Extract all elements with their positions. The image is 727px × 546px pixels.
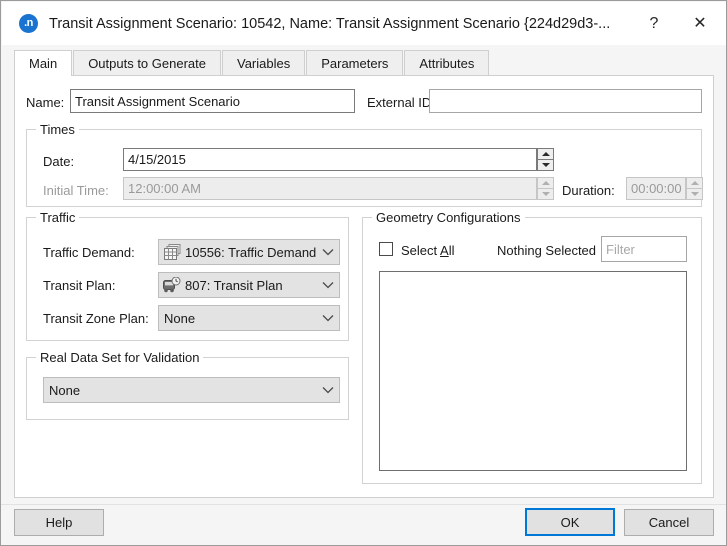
geometry-configurations-group-title: Geometry Configurations bbox=[372, 210, 525, 226]
tab-outputs-to-generate[interactable]: Outputs to Generate bbox=[73, 50, 221, 76]
transit-zone-plan-value: None bbox=[164, 310, 196, 326]
real-data-set-combobox[interactable]: None bbox=[43, 377, 340, 403]
date-spinner-down[interactable] bbox=[537, 159, 554, 171]
help-button[interactable]: Help bbox=[14, 509, 104, 536]
title-help-button[interactable]: ? bbox=[631, 2, 677, 45]
selection-status-label: Nothing Selected bbox=[497, 243, 597, 258]
chevron-down-icon bbox=[690, 191, 699, 196]
tab-attributes[interactable]: Attributes bbox=[404, 50, 490, 76]
date-label: Date: bbox=[43, 154, 75, 169]
ok-button[interactable]: OK bbox=[525, 508, 615, 536]
chevron-down-icon bbox=[317, 386, 339, 394]
tab-variables[interactable]: Variables bbox=[221, 50, 306, 76]
date-input[interactable]: 4/15/2015 bbox=[123, 148, 537, 171]
chevron-down-icon bbox=[317, 248, 339, 256]
traffic-demand-label: Traffic Demand: bbox=[43, 245, 135, 260]
real-data-set-group-title: Real Data Set for Validation bbox=[36, 350, 204, 366]
duration-spinner bbox=[686, 177, 703, 200]
traffic-group-title: Traffic bbox=[36, 210, 80, 226]
geometry-filter-input[interactable]: Filter bbox=[601, 236, 687, 262]
chevron-up-icon bbox=[541, 151, 550, 156]
title-close-button[interactable]: ✕ bbox=[677, 2, 723, 45]
tab-strip-filler bbox=[490, 51, 714, 76]
transit-plan-combobox[interactable]: 807: Transit Plan bbox=[158, 272, 340, 298]
duration-input: 00:00:00 bbox=[626, 177, 686, 200]
chevron-down-icon bbox=[317, 314, 339, 322]
times-group-title: Times bbox=[36, 122, 79, 138]
external-id-label: External ID: bbox=[367, 95, 435, 110]
select-all-checkbox[interactable] bbox=[379, 242, 393, 256]
initial-time-input: 12:00:00 AM bbox=[123, 177, 537, 200]
transit-plan-label: Transit Plan: bbox=[43, 278, 116, 293]
app-icon: .n bbox=[19, 14, 38, 33]
tab-main[interactable]: Main bbox=[14, 50, 73, 76]
initial-time-spinner-down bbox=[537, 188, 554, 200]
duration-label: Duration: bbox=[562, 183, 615, 198]
tab-parameters-label: Parameters bbox=[321, 56, 389, 71]
external-id-input[interactable] bbox=[429, 89, 702, 113]
geometry-filter-placeholder: Filter bbox=[606, 241, 635, 257]
question-mark-icon: ? bbox=[649, 14, 659, 32]
geometry-configurations-list[interactable] bbox=[379, 271, 687, 471]
tab-outputs-to-generate-label: Outputs to Generate bbox=[88, 56, 206, 71]
tab-strip: Main Outputs to Generate Variables Param… bbox=[14, 50, 714, 76]
initial-time-spinner bbox=[537, 177, 554, 200]
tab-variables-label: Variables bbox=[236, 56, 291, 71]
bus-clock-icon bbox=[161, 276, 183, 294]
tab-parameters[interactable]: Parameters bbox=[306, 50, 404, 76]
footer-separator bbox=[1, 504, 726, 505]
transit-zone-plan-label: Transit Zone Plan: bbox=[43, 311, 149, 326]
initial-time-spinner-up bbox=[537, 177, 554, 189]
duration-spinner-down bbox=[686, 188, 703, 200]
tab-main-label: Main bbox=[29, 56, 58, 71]
chevron-down-icon bbox=[317, 281, 339, 289]
name-input-value: Transit Assignment Scenario bbox=[75, 93, 240, 109]
matrix-stack-icon bbox=[161, 243, 183, 261]
initial-time-input-value: 12:00:00 AM bbox=[128, 181, 201, 196]
title-bar: .n Transit Assignment Scenario: 10542, N… bbox=[2, 2, 726, 45]
help-button-label: Help bbox=[45, 515, 73, 530]
select-all-label-mnemonic: A bbox=[440, 243, 449, 258]
name-input[interactable]: Transit Assignment Scenario bbox=[70, 89, 355, 113]
cancel-button-label: Cancel bbox=[648, 515, 690, 530]
traffic-group: Traffic Traffic Demand: 10556: Traffic D… bbox=[26, 210, 349, 341]
geometry-configurations-group: Geometry Configurations Select All Nothi… bbox=[362, 210, 702, 484]
select-all-label-prefix: Select bbox=[401, 243, 441, 258]
chevron-down-icon bbox=[541, 191, 550, 196]
traffic-demand-value: 10556: Traffic Demand bbox=[185, 244, 317, 260]
initial-time-label: Initial Time: bbox=[43, 183, 109, 198]
date-input-value: 4/15/2015 bbox=[128, 152, 186, 167]
real-data-set-group: Real Data Set for Validation None bbox=[26, 350, 349, 420]
transit-zone-plan-combobox[interactable]: None bbox=[158, 305, 340, 331]
chevron-up-icon bbox=[541, 180, 550, 185]
tab-attributes-label: Attributes bbox=[419, 56, 475, 71]
select-all-label-suffix: ll bbox=[448, 243, 455, 258]
transit-plan-value: 807: Transit Plan bbox=[185, 277, 283, 293]
chevron-up-icon bbox=[690, 180, 699, 185]
select-all-label[interactable]: Select All bbox=[401, 243, 454, 259]
date-spinner-up[interactable] bbox=[537, 148, 554, 160]
ok-button-label: OK bbox=[560, 514, 580, 530]
tab-page-main: Name: Transit Assignment Scenario Extern… bbox=[14, 75, 714, 498]
cancel-button[interactable]: Cancel bbox=[624, 509, 714, 536]
window-title: Transit Assignment Scenario: 10542, Name… bbox=[49, 15, 611, 32]
real-data-set-value: None bbox=[49, 382, 81, 398]
date-spinner[interactable] bbox=[537, 148, 554, 171]
duration-input-value: 00:00:00 bbox=[631, 181, 682, 196]
close-icon: ✕ bbox=[693, 14, 707, 32]
transit-assignment-scenario-dialog: .n Transit Assignment Scenario: 10542, N… bbox=[0, 0, 727, 546]
duration-spinner-up bbox=[686, 177, 703, 189]
times-group: Times Date: 4/15/2015 Initial Time: 12:0… bbox=[26, 122, 703, 207]
traffic-demand-combobox[interactable]: 10556: Traffic Demand bbox=[158, 239, 340, 265]
name-label: Name: bbox=[26, 95, 65, 110]
chevron-down-icon bbox=[541, 162, 550, 167]
